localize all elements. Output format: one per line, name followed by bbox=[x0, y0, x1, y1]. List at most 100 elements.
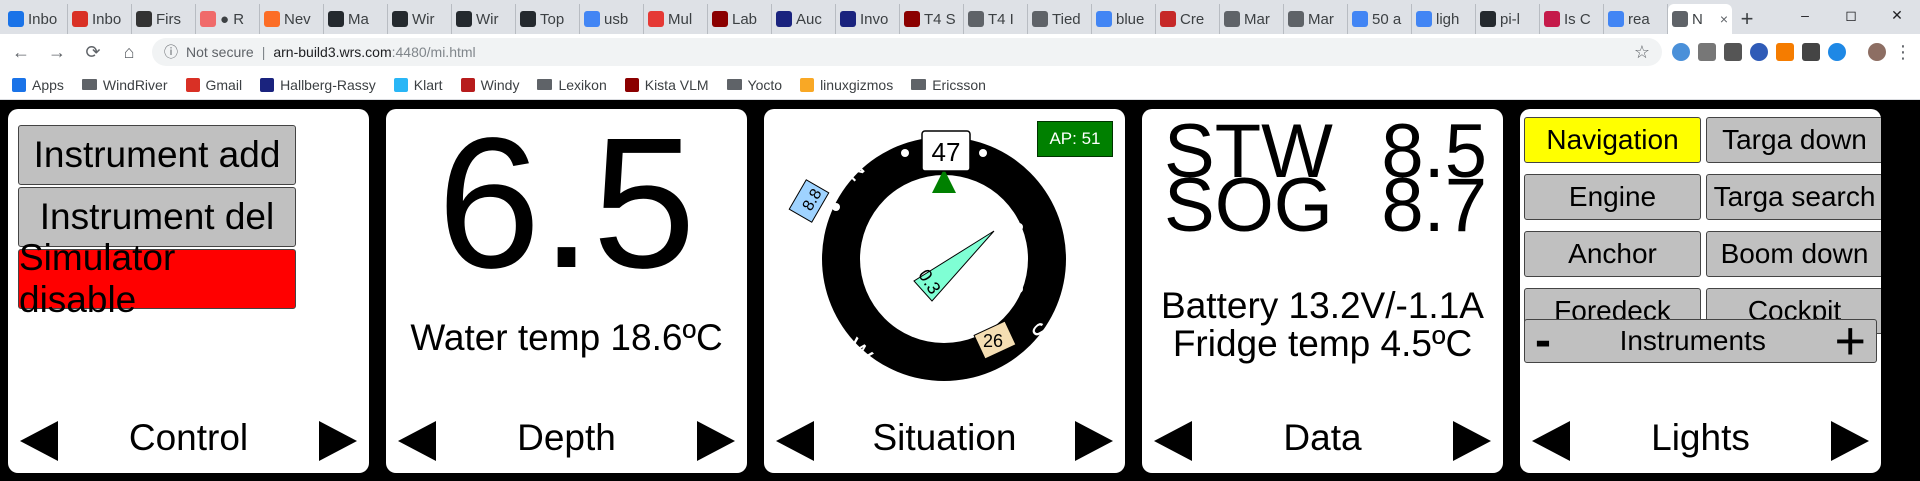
asana-icon bbox=[200, 11, 216, 27]
instruments-minus-button[interactable]: - bbox=[1535, 317, 1551, 365]
panel-title: Data bbox=[1283, 417, 1362, 458]
browser-tab[interactable]: Mar bbox=[1220, 4, 1284, 34]
tab-label: Nev bbox=[284, 10, 311, 28]
next-arrow[interactable] bbox=[1075, 421, 1113, 461]
extension-icon[interactable] bbox=[1672, 43, 1690, 61]
lights-panel: Navigation Targa down Engine Targa search An… bbox=[1520, 109, 1881, 473]
close-window-button[interactable]: ✕ bbox=[1874, 0, 1920, 30]
light-button-anchor[interactable]: Anchor bbox=[1524, 231, 1701, 277]
browser-tab[interactable]: Nev bbox=[260, 4, 324, 34]
instruments-control: - Instruments + bbox=[1524, 314, 1877, 368]
light-button-navigation[interactable]: Navigation bbox=[1524, 117, 1701, 163]
browser-tab[interactable]: N × bbox=[1668, 4, 1732, 34]
browser-tab[interactable]: ● R bbox=[196, 4, 260, 34]
extension-icon[interactable] bbox=[1828, 43, 1846, 61]
bookmark-label: Kista VLM bbox=[644, 76, 709, 93]
bookmark-item[interactable]: linuxgizmos bbox=[800, 77, 893, 93]
browser-tab[interactable]: pi-l bbox=[1476, 4, 1540, 34]
menu-icon[interactable]: ⋮ bbox=[1894, 42, 1912, 63]
depth-panel: 6.5 Water temp 18.6ºC Depth bbox=[386, 109, 747, 473]
light-button-engine[interactable]: Engine bbox=[1524, 174, 1701, 220]
new-tab-button[interactable]: + bbox=[1732, 4, 1762, 34]
bookmark-item[interactable]: Klart bbox=[393, 77, 443, 93]
browser-tab[interactable]: Inbo bbox=[4, 4, 68, 34]
folder-icon bbox=[81, 79, 97, 90]
browser-tab[interactable]: usb bbox=[580, 4, 644, 34]
tab-label: Wir bbox=[412, 10, 435, 28]
rss-icon[interactable] bbox=[1776, 43, 1794, 61]
avatar[interactable] bbox=[1868, 43, 1886, 61]
browser-tab[interactable]: Is C bbox=[1540, 4, 1604, 34]
browser-tab[interactable]: T4 S bbox=[900, 4, 964, 34]
browser-tab[interactable]: Inbo bbox=[68, 4, 132, 34]
close-tab-icon[interactable]: × bbox=[1720, 11, 1728, 27]
next-arrow[interactable] bbox=[1831, 421, 1869, 461]
tab-label: Is C bbox=[1564, 10, 1591, 28]
bookmark-label: Ericsson bbox=[932, 76, 986, 93]
browser-tab[interactable]: Mar bbox=[1284, 4, 1348, 34]
tab-label: N bbox=[1692, 10, 1703, 28]
autopilot-badge[interactable]: AP: 51 bbox=[1037, 121, 1113, 157]
doc-icon bbox=[1224, 11, 1240, 27]
home-button[interactable]: ⌂ bbox=[116, 39, 142, 65]
building-icon bbox=[776, 11, 792, 27]
browser-tab[interactable]: Wir bbox=[452, 4, 516, 34]
browser-tab[interactable]: Tied bbox=[1028, 4, 1092, 34]
bookmark-item[interactable]: WindRiver bbox=[81, 77, 168, 93]
bookmark-item[interactable]: Hallberg-Rassy bbox=[260, 77, 376, 93]
bookmark-label: Lexikon bbox=[558, 76, 607, 93]
next-arrow[interactable] bbox=[697, 421, 735, 461]
browser-tab[interactable]: rea bbox=[1604, 4, 1668, 34]
bookmark-item[interactable]: Ericsson bbox=[911, 77, 986, 93]
bookmark-item[interactable]: Gmail bbox=[185, 77, 242, 93]
extension-icon[interactable] bbox=[1724, 43, 1742, 61]
next-arrow[interactable] bbox=[1453, 421, 1491, 461]
bookmark-item[interactable]: Kista VLM bbox=[624, 76, 709, 93]
browser-tab[interactable]: 50 a bbox=[1348, 4, 1412, 34]
instruments-plus-button[interactable]: + bbox=[1834, 314, 1866, 368]
next-arrow[interactable] bbox=[319, 421, 357, 461]
browser-tab[interactable]: Cre bbox=[1156, 4, 1220, 34]
instrument-add-button[interactable]: Instrument add bbox=[18, 125, 296, 185]
extensions-area: ⋮ bbox=[1672, 42, 1912, 63]
minimize-button[interactable]: – bbox=[1782, 0, 1828, 30]
extension-icon[interactable] bbox=[1750, 43, 1768, 61]
address-bar[interactable]: ⓘ Not secure | arn-build3.wrs.com:4480/m… bbox=[152, 38, 1662, 66]
bookmark-star-icon[interactable]: ☆ bbox=[1634, 42, 1650, 63]
bookmark-item[interactable]: Apps bbox=[12, 77, 64, 93]
browser-tab[interactable]: T4 I bbox=[964, 4, 1028, 34]
reload-button[interactable]: ⟳ bbox=[80, 39, 106, 65]
browser-tab[interactable]: Firs bbox=[132, 4, 196, 34]
simulator-disable-button[interactable]: Simulator disable bbox=[18, 237, 296, 320]
bookmark-item[interactable]: Yocto bbox=[726, 77, 782, 93]
folder-icon bbox=[537, 79, 553, 90]
info-icon[interactable]: ⓘ bbox=[164, 42, 178, 62]
browser-tab[interactable]: Auc bbox=[772, 4, 836, 34]
back-button[interactable]: ← bbox=[8, 39, 34, 65]
extension-icon[interactable] bbox=[1698, 43, 1716, 61]
browser-tab[interactable]: Lab bbox=[708, 4, 772, 34]
maximize-button[interactable]: ◻ bbox=[1828, 0, 1874, 30]
browser-tab[interactable]: Top bbox=[516, 4, 580, 34]
browser-tab[interactable]: Invo bbox=[836, 4, 900, 34]
browser-tab[interactable]: Mul bbox=[644, 4, 708, 34]
situation-panel: N E S W 0.3 8.8 26 47 AP: 51 Situation bbox=[764, 109, 1125, 473]
tab-label: rea bbox=[1628, 10, 1650, 28]
browser-tab[interactable]: blue bbox=[1092, 4, 1156, 34]
google-icon bbox=[1096, 11, 1112, 27]
browser-tab[interactable]: Ma bbox=[324, 4, 388, 34]
forward-button[interactable]: → bbox=[44, 39, 70, 65]
bookmark-item[interactable]: Windy bbox=[460, 77, 519, 93]
bookmark-item[interactable]: Lexikon bbox=[537, 76, 607, 93]
light-button-boom-down[interactable]: Boom down bbox=[1706, 231, 1881, 277]
gmail-icon bbox=[185, 77, 200, 92]
extension-icon[interactable] bbox=[1802, 43, 1820, 61]
light-button-targa-search[interactable]: Targa search bbox=[1706, 174, 1881, 220]
panel-title: Control bbox=[128, 417, 249, 458]
tab-label: blue bbox=[1116, 10, 1145, 28]
browser-tab[interactable]: ligh bbox=[1412, 4, 1476, 34]
bookmarks-bar: Apps WindRiver Gmail Hallberg-Rassy Klart Win… bbox=[0, 70, 1920, 100]
browser-tab[interactable]: Wir bbox=[388, 4, 452, 34]
window-controls: – ◻ ✕ bbox=[1782, 0, 1920, 30]
light-button-targa-down[interactable]: Targa down bbox=[1706, 117, 1881, 163]
